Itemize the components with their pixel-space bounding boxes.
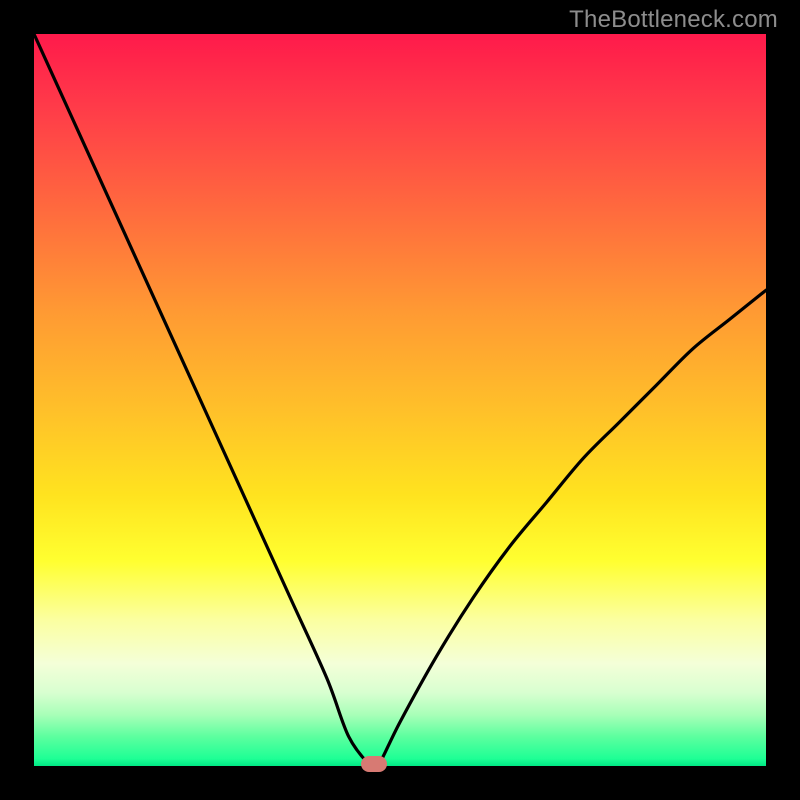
plot-area bbox=[34, 34, 766, 766]
optimum-marker bbox=[361, 756, 387, 772]
chart-frame: TheBottleneck.com bbox=[0, 0, 800, 800]
watermark-text: TheBottleneck.com bbox=[569, 6, 778, 34]
bottleneck-curve bbox=[34, 34, 766, 766]
